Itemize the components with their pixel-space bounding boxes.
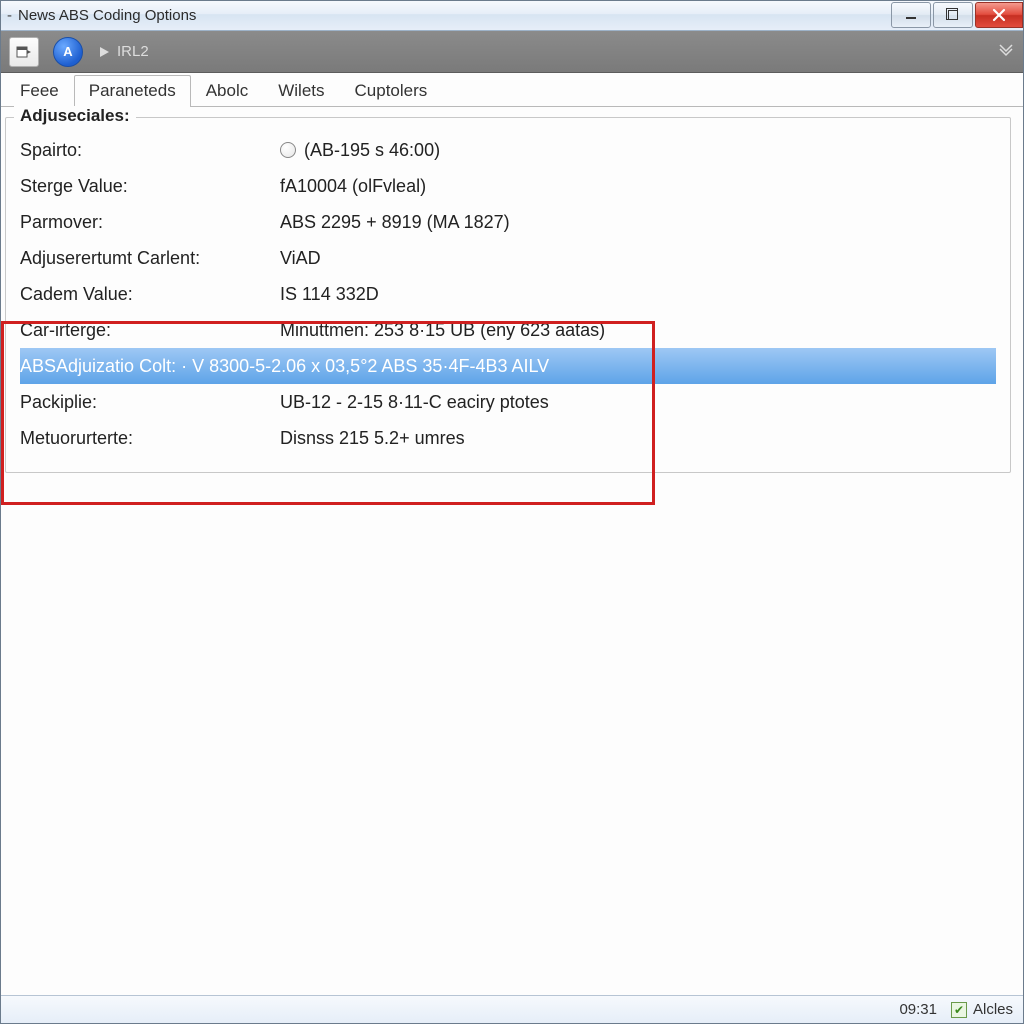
check-icon: ✔ xyxy=(951,1002,967,1018)
app-window: - News ABS Coding Options A IRL2 xyxy=(0,0,1024,1024)
overflow-icon xyxy=(997,40,1015,58)
tab-paraneteds[interactable]: Paraneteds xyxy=(74,75,191,107)
param-label: Car-irterge: xyxy=(20,320,280,341)
tab-cuptolers[interactable]: Cuptolers xyxy=(340,75,443,107)
param-value: UB-12 - 2-15 8·11-C eaciry ptotes xyxy=(280,392,549,413)
param-value: Disnss 215 5.2+ umres xyxy=(280,428,465,449)
play-button[interactable]: IRL2 xyxy=(97,43,149,60)
param-row: Cadem Value: IS 114 332D xyxy=(20,276,996,312)
status-time: 09:31 xyxy=(899,1001,937,1018)
status-label: Alcles xyxy=(973,1001,1013,1018)
statusbar: 09:31 ✔ Alcles xyxy=(1,995,1023,1023)
tab-abolc[interactable]: Abolc xyxy=(191,75,264,107)
param-row: Spairto: (AB-195 s 46:00) xyxy=(20,132,996,168)
group-title: Adjuseciales: xyxy=(14,106,136,126)
param-row-selected[interactable]: ABSAdjuizatio Colt: · V 8300-5-2.06 x 03… xyxy=(20,348,996,384)
play-label: IRL2 xyxy=(117,43,149,60)
tab-wilets[interactable]: Wilets xyxy=(263,75,339,107)
param-label: Parmover: xyxy=(20,212,280,233)
param-row: Parmover: ABS 2295 + 8919 (MA 1827) xyxy=(20,204,996,240)
param-value: IS 114 332D xyxy=(280,284,379,305)
play-icon xyxy=(97,45,111,59)
close-button[interactable] xyxy=(975,2,1023,28)
adjuseciales-group: Adjuseciales: Spairto: (AB-195 s 46:00) … xyxy=(5,117,1011,473)
close-icon xyxy=(992,8,1006,22)
window-title: News ABS Coding Options xyxy=(18,7,196,24)
param-label: ABSAdjuizatio Colt: · V 8300-5-2.06 x 03… xyxy=(20,356,549,377)
content-area: Adjuseciales: Spairto: (AB-195 s 46:00) … xyxy=(1,107,1023,995)
param-value: fA10004 (olFvleal) xyxy=(280,176,426,197)
param-row: Sterge Value: fA10004 (olFvleal) xyxy=(20,168,996,204)
param-label: Adjuserertumt Carlent: xyxy=(20,248,280,269)
maximize-button[interactable] xyxy=(933,2,973,28)
app-badge-icon[interactable]: A xyxy=(53,37,83,67)
status-alcles[interactable]: ✔ Alcles xyxy=(951,1001,1013,1018)
toolbar: A IRL2 xyxy=(1,31,1023,73)
param-value: ViAD xyxy=(280,248,321,269)
param-label: Sterge Value: xyxy=(20,176,280,197)
back-button[interactable] xyxy=(9,37,39,67)
minimize-button[interactable] xyxy=(891,2,931,28)
toolbar-overflow-button[interactable] xyxy=(997,40,1015,63)
param-row: Adjuserertumt Carlent: ViAD xyxy=(20,240,996,276)
param-value: ABS 2295 + 8919 (MA 1827) xyxy=(280,212,510,233)
param-label: Packiplie: xyxy=(20,392,280,413)
tab-bar: Feee Paraneteds Abolc Wilets Cuptolers xyxy=(1,73,1023,107)
radio-icon[interactable] xyxy=(280,142,296,158)
param-label: Cadem Value: xyxy=(20,284,280,305)
param-row: Packiplie: UB-12 - 2-15 8·11-C eaciry pt… xyxy=(20,384,996,420)
window-controls xyxy=(889,1,1023,30)
param-value: Minuttmen: 253 8·15 UB (eny 623 aatas) xyxy=(280,320,605,341)
tab-feee[interactable]: Feee xyxy=(5,75,74,107)
param-value: (AB-195 s 46:00) xyxy=(304,140,440,161)
param-row: Car-irterge: Minuttmen: 253 8·15 UB (eny… xyxy=(20,312,996,348)
param-row: Metuorurterte: Disnss 215 5.2+ umres xyxy=(20,420,996,456)
param-label: Spairto: xyxy=(20,140,280,161)
titlebar: - News ABS Coding Options xyxy=(1,1,1023,31)
back-icon xyxy=(16,44,32,60)
param-label: Metuorurterte: xyxy=(20,428,280,449)
